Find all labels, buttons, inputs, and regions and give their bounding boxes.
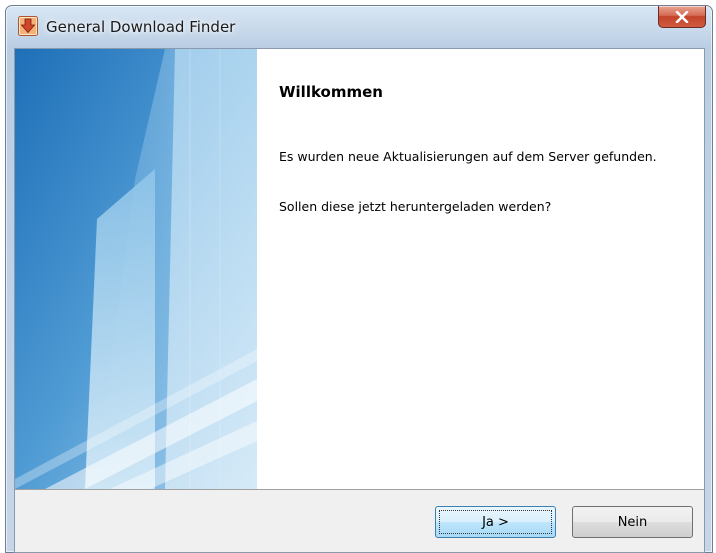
banner-image xyxy=(15,49,257,489)
dialog-window: General Download Finder Willkommen Es wu… xyxy=(5,5,713,553)
close-button[interactable] xyxy=(658,6,706,28)
no-button[interactable]: Nein xyxy=(572,506,693,538)
download-question-text: Sollen diese jetzt heruntergeladen werde… xyxy=(279,199,552,214)
dialog-client-area: Willkommen Es wurden neue Aktualisierung… xyxy=(14,48,705,553)
window-title: General Download Finder xyxy=(46,18,236,36)
message-panel: Willkommen Es wurden neue Aktualisierung… xyxy=(257,49,704,489)
download-arrow-icon xyxy=(18,16,38,36)
updates-found-text: Es wurden neue Aktualisierungen auf dem … xyxy=(279,149,657,164)
yes-button[interactable]: Ja > xyxy=(435,506,556,538)
close-icon xyxy=(675,10,689,23)
button-bar: Ja > Nein xyxy=(15,489,704,552)
title-bar[interactable]: General Download Finder xyxy=(6,6,712,46)
welcome-heading: Willkommen xyxy=(279,83,383,101)
